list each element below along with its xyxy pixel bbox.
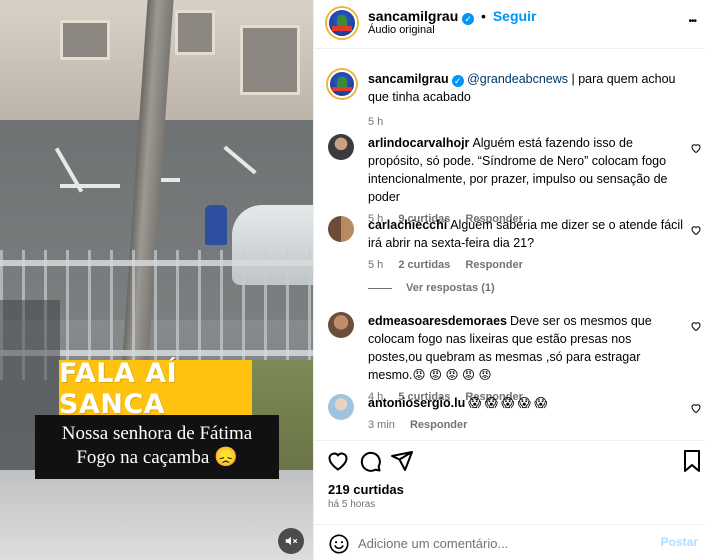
like-comment-icon[interactable] [690,402,702,414]
comment-input[interactable] [358,532,648,554]
audio-label[interactable]: Áudio original [368,24,435,36]
comment-username[interactable]: antoniosergio.lu [368,396,465,410]
like-heart-icon[interactable] [326,449,350,473]
commenter-avatar[interactable] [328,134,354,160]
post-panel: sancamilgrau ✓ • Seguir Áudio original •… [313,0,705,560]
comment-username[interactable]: arlindocarvalhojr [368,136,469,150]
commenter-avatar[interactable] [328,216,354,242]
post-actions [314,440,705,480]
speaker-muted-icon [285,536,298,546]
caption-mention[interactable]: @grandeabcnews [467,72,568,86]
comment-time: 3 min [368,419,395,431]
video-caption-line2: Fogo na caçamba 😞 [76,447,238,468]
more-options-button[interactable]: ••• [688,16,696,27]
comment-username[interactable]: carlachiecchi [368,218,447,232]
video-caption-title: FALA AÍ SANCA [59,358,252,420]
comment-bubble-icon[interactable] [358,449,382,473]
verified-badge-icon: ✓ [462,13,475,25]
comment-username[interactable]: edmeasoaresdemoraes [368,314,507,328]
video-caption-line1: Nossa senhora de Fátima [61,423,253,444]
commenter-avatar[interactable] [328,312,354,338]
verified-badge-icon: ✓ [451,75,464,87]
comments-list[interactable]: sancamilgrau ✓ @grandeabcnews | para quem… [314,50,705,440]
commenter-avatar[interactable] [328,394,354,420]
like-comment-icon[interactable] [690,320,702,332]
caption-username[interactable]: sancamilgrau [368,72,449,86]
follow-button[interactable]: Seguir [493,8,537,24]
header-username[interactable]: sancamilgrau [368,8,458,24]
like-comment-icon[interactable] [690,142,702,154]
mute-button[interactable] [278,528,304,554]
comment-bar: Postar [314,524,705,560]
header-separator: • [481,8,486,24]
video-caption-box: Nossa senhora de Fátima Fogo na caçamba … [35,415,279,479]
emoji-icon[interactable] [328,533,350,555]
reply-button[interactable]: Responder [465,259,522,271]
post-time: há 5 horas [328,499,376,510]
caption-time: 5 h [368,116,384,128]
video-person [205,205,227,245]
video-ledge [0,470,313,560]
post-header: sancamilgrau ✓ • Seguir Áudio original •… [314,0,705,49]
share-send-icon[interactable] [390,449,414,473]
header-user-line: sancamilgrau ✓ • Seguir [368,8,536,25]
author-avatar[interactable] [327,8,357,38]
save-bookmark-icon[interactable] [682,449,702,473]
comment-time: 5 h [368,259,384,271]
reel-video[interactable]: FALA AÍ SANCA Nossa senhora de Fátima Fo… [0,0,313,560]
comment-likes[interactable]: 2 curtidas [398,259,450,271]
like-comment-icon[interactable] [690,224,702,236]
view-replies-button[interactable]: Ver respostas (1) [368,282,495,294]
likes-count[interactable]: 219 curtidas [328,482,404,497]
post-button[interactable]: Postar [661,535,698,549]
caption-avatar[interactable] [328,70,356,98]
reply-button[interactable]: Responder [410,419,467,431]
comment-text: 😱 😱 😱 😱 😱 [468,396,548,410]
